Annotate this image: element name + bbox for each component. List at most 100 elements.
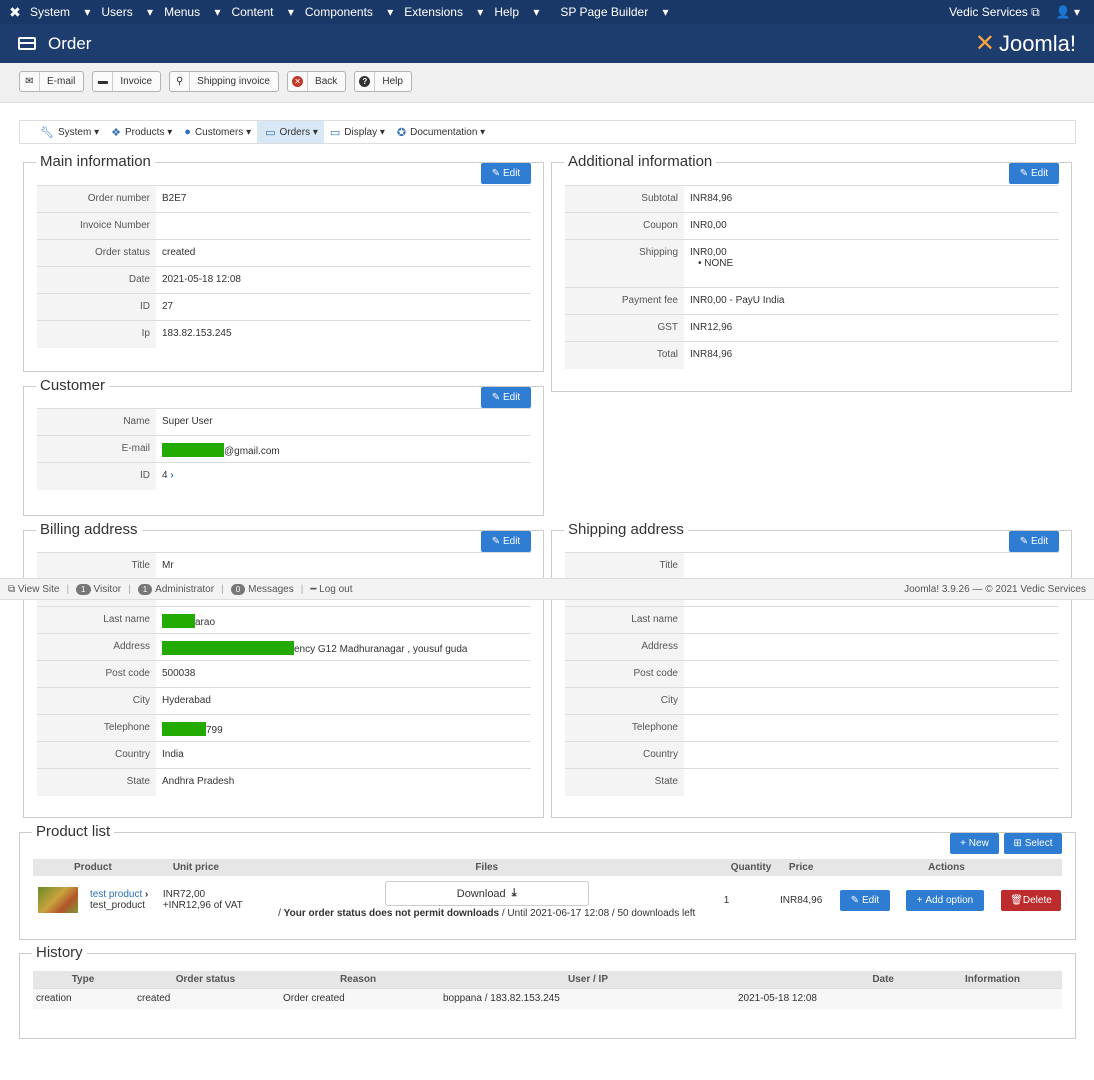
product-table: Product Unit price Files Quantity Price …	[33, 859, 1062, 924]
history-legend: History	[32, 944, 87, 961]
messages-status[interactable]: 0 Messages	[230, 583, 294, 595]
page-header: Order ✕ Joomla!	[0, 24, 1094, 63]
table-header: Type Order status Reason User / IP Date …	[33, 971, 1062, 988]
table-row: State	[565, 768, 1059, 796]
visitors-status[interactable]: 1 Visitor	[76, 583, 121, 595]
history-user: boppana / 183.82.153.245	[438, 987, 738, 1009]
history-info	[894, 987, 1062, 1009]
unit-vat: +INR12,96 of VAT	[162, 900, 243, 911]
table-row: Telephone 799	[37, 714, 531, 742]
redaction	[162, 614, 195, 628]
coupon-value: INR0,00	[684, 212, 1059, 240]
shipping-method: NONE	[704, 258, 734, 269]
email-button[interactable]: ✉ E-mail	[19, 71, 85, 92]
gst-value: INR12,96	[684, 314, 1059, 342]
page-title: Order	[48, 33, 92, 53]
subtotal-value: INR84,96	[684, 185, 1059, 213]
billing-telephone: 799	[206, 725, 223, 736]
invoice-button[interactable]: ▬ Invoice	[92, 71, 162, 92]
add-option-button[interactable]: + Add option	[906, 889, 984, 911]
view-site-link[interactable]: ⧉ View Site	[8, 584, 59, 595]
menu-system[interactable]: System ▾	[30, 5, 90, 19]
product-price: INR84,96	[780, 894, 823, 906]
customer-name: Super User	[156, 408, 531, 436]
additional-information-panel: Additional information ✎ Edit Subtotal IN…	[551, 153, 1072, 392]
product-name-link[interactable]: test product	[90, 889, 142, 900]
edit-customer-button[interactable]: ✎ Edit	[481, 387, 531, 408]
table-row: creation created Order created boppana /…	[33, 987, 1062, 1009]
additional-information-legend: Additional information	[564, 153, 717, 170]
table-row: Name Super User	[37, 408, 531, 436]
product-quantity: 1	[723, 894, 730, 906]
joomla-menu-icon[interactable]: ✖	[0, 4, 30, 21]
cubes-icon: ❖	[111, 126, 121, 139]
book-icon: ▬	[93, 72, 114, 91]
table-row: Country India	[37, 741, 531, 769]
administrators-status[interactable]: 1 Administrator	[137, 583, 214, 595]
history-date: 2021-05-18 12:08	[738, 987, 894, 1009]
menu-sp-page-builder[interactable]: SP Page Builder ▾	[560, 5, 668, 19]
table-row: test product › test_product INR72,00 +IN…	[33, 876, 1062, 924]
subnav-products[interactable]: ❖ Products ▾	[105, 121, 178, 143]
subnav-documentation[interactable]: ✪ Documentation ▾	[391, 121, 491, 143]
history-type: creation	[33, 987, 133, 1009]
subnav-system[interactable]: 🔧︎ System ▾	[20, 121, 105, 143]
back-button[interactable]: ✕ Back	[287, 71, 347, 92]
shipping-invoice-button[interactable]: ⚲ Shipping invoice	[169, 71, 279, 92]
minus-icon: ━	[310, 583, 317, 595]
delete-product-button[interactable]: 🗑︎ Delete	[1001, 889, 1061, 911]
table-row: Ip 183.82.153.245	[37, 320, 531, 348]
edit-shipping-button[interactable]: ✎ Edit	[1009, 531, 1059, 552]
menu-users[interactable]: Users ▾	[101, 5, 153, 19]
new-product-button[interactable]: + New	[950, 833, 999, 854]
table-row: ID 27	[37, 293, 531, 321]
user-menu-icon[interactable]: 👤 ▾	[1056, 5, 1080, 20]
menu-content[interactable]: Content ▾	[231, 5, 293, 19]
additional-information-table: Subtotal INR84,96 Coupon INR0,00 Shipping I…	[565, 185, 1059, 369]
subnav-display[interactable]: ▭ Display ▾	[324, 121, 391, 143]
menu-components[interactable]: Components ▾	[305, 5, 393, 19]
order-date: 2021-05-18 12:08	[156, 266, 531, 294]
billing-address: ency G12 Madhuranagar , yousuf guda	[294, 644, 468, 655]
logout-link[interactable]: ━ Log out	[310, 584, 352, 595]
cancel-icon: ✕	[292, 76, 304, 87]
history-reason: Order created	[278, 987, 438, 1009]
chevron-right-icon[interactable]: ›	[170, 470, 173, 481]
redaction	[162, 641, 294, 655]
menu-extensions[interactable]: Extensions ▾	[404, 5, 483, 19]
order-status: created	[156, 239, 531, 267]
menu-menus[interactable]: Menus ▾	[164, 5, 220, 19]
billing-postcode: 500038	[156, 660, 531, 688]
table-row: Country	[565, 741, 1059, 769]
product-thumbnail[interactable]	[38, 887, 78, 913]
main-information-panel: Main information ✎ Edit Order number B2E7…	[23, 153, 544, 372]
history-table: Type Order status Reason User / IP Date …	[33, 971, 1062, 1009]
site-link[interactable]: Vedic Services ⧉	[941, 5, 1040, 20]
payment-fee-value: INR0,00 - PayU India	[684, 287, 1059, 315]
table-row: ID 4 ›	[37, 462, 531, 490]
billing-address-panel: Billing address ✎ Edit Title Mr Last name…	[23, 521, 544, 818]
edit-product-button[interactable]: ✎ Edit	[840, 889, 890, 911]
credit-card-icon: ▭	[265, 126, 276, 139]
download-icon: ⤓	[511, 887, 517, 899]
table-row: Total INR84,96	[565, 341, 1059, 369]
edit-additional-info-button[interactable]: ✎ Edit	[1009, 163, 1059, 184]
order-number: B2E7	[156, 185, 531, 213]
table-row: Last name	[565, 606, 1059, 634]
edit-billing-button[interactable]: ✎ Edit	[481, 531, 531, 552]
shipping-address-panel: Shipping address ✎ Edit Title Last name …	[551, 521, 1072, 818]
menu-help[interactable]: Help ▾	[494, 5, 539, 19]
table-row: Invoice Number	[37, 212, 531, 240]
customer-table: Name Super User E-mail @gmail.com ID 4 ›	[37, 408, 531, 490]
table-row: Shipping INR0,00 • NONE	[565, 239, 1059, 288]
table-row: Address ency G12 Madhuranagar , yousuf gu…	[37, 633, 531, 661]
help-button[interactable]: ? Help	[354, 71, 412, 92]
chevron-right-icon[interactable]: ›	[145, 889, 148, 900]
subnav-customers[interactable]: ● Customers ▾	[178, 121, 257, 143]
lifebuoy-icon: ✪	[396, 126, 407, 139]
edit-main-info-button[interactable]: ✎ Edit	[481, 163, 531, 184]
select-product-button[interactable]: ⊞ Select	[1004, 833, 1062, 854]
download-button[interactable]: Download ⤓	[384, 881, 589, 906]
subnav-orders[interactable]: ▭ Orders ▾	[257, 121, 324, 143]
product-list-legend: Product list	[32, 823, 115, 840]
